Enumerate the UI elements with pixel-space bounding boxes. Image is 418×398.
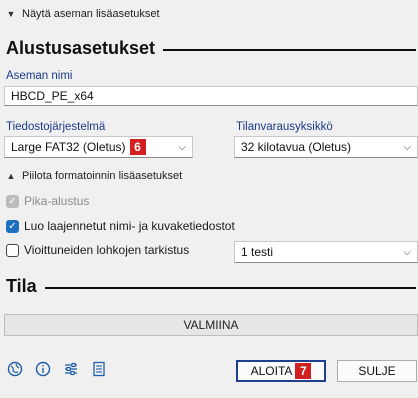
log-icon[interactable]: [90, 360, 108, 378]
quick-format-checkbox[interactable]: ✓ Pika-alustus: [6, 194, 89, 208]
cluster-size-value: 32 kilotavua (Oletus): [241, 140, 352, 154]
toolbar: [6, 360, 108, 378]
hide-advanced-format-label: Piilota formatoinnin lisäasetukset: [22, 170, 183, 182]
settings-sliders-icon[interactable]: [62, 360, 80, 378]
passes-value: 1 testi: [241, 245, 274, 259]
bad-blocks-checkbox[interactable]: Vioittuneiden lohkojen tarkistus: [6, 243, 189, 257]
chevron-down-icon: ⌵: [403, 141, 411, 153]
chevron-down-icon: ▼: [6, 9, 16, 19]
info-icon[interactable]: [34, 360, 52, 378]
filesystem-caption: Tiedostojärjestelmä: [6, 121, 106, 133]
checkmark-icon: ✓: [6, 219, 19, 233]
checkbox-box: [6, 243, 19, 257]
chevron-down-icon: ⌵: [403, 246, 411, 258]
quick-format-label: Pika-alustus: [24, 194, 90, 208]
close-button-label: SULJE: [358, 364, 396, 378]
bad-blocks-label: Vioittuneiden lohkojen tarkistus: [24, 243, 190, 257]
checkmark-icon: ✓: [6, 194, 19, 208]
status-progress-bar: VALMIINA: [4, 314, 418, 336]
cluster-size-select[interactable]: 32 kilotavua (Oletus) ⌵: [234, 136, 418, 158]
callout-badge-6: 6: [129, 139, 146, 155]
passes-select[interactable]: 1 testi ⌵: [234, 241, 418, 263]
extended-label-label: Luo laajennetut nimi- ja kuvaketiedostot: [24, 219, 235, 233]
start-button-label: ALOITA: [250, 364, 293, 378]
volume-label-input[interactable]: HBCD_PE_x64: [4, 86, 418, 106]
show-advanced-drive-label: Näytä aseman lisäasetukset: [22, 8, 160, 20]
format-options-heading: Alustusasetukset: [6, 38, 416, 59]
callout-badge-7: 7: [295, 363, 312, 379]
extended-label-checkbox[interactable]: ✓ Luo laajennetut nimi- ja kuvaketiedost…: [6, 219, 235, 233]
status-heading: Tila: [6, 276, 416, 297]
start-button[interactable]: ALOITA 7: [236, 360, 326, 382]
chevron-down-icon: ⌵: [178, 141, 186, 153]
heading-divider: [44, 286, 416, 289]
globe-icon[interactable]: [6, 360, 24, 378]
filesystem-value: Large FAT32 (Oletus): [11, 140, 126, 154]
volume-label-caption: Aseman nimi: [6, 70, 73, 82]
close-button[interactable]: SULJE: [337, 360, 417, 382]
status-title: Tila: [6, 276, 37, 296]
heading-divider: [163, 48, 416, 51]
chevron-up-icon: ▲: [6, 171, 16, 181]
status-text: VALMIINA: [183, 318, 239, 332]
filesystem-select[interactable]: Large FAT32 (Oletus) 6 ⌵: [4, 136, 193, 158]
hide-advanced-format-toggle[interactable]: ▲ Piilota formatoinnin lisäasetukset: [6, 170, 183, 182]
format-options-title: Alustusasetukset: [6, 38, 156, 58]
show-advanced-drive-toggle[interactable]: ▼ Näytä aseman lisäasetukset: [6, 8, 160, 20]
cluster-size-caption: Tilanvarausyksikkö: [236, 121, 333, 133]
